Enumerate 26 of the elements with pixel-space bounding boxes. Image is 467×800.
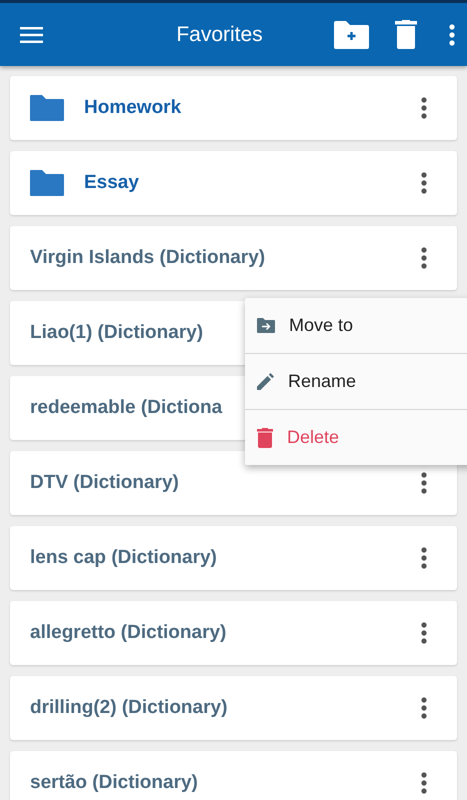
more-icon[interactable] bbox=[421, 772, 427, 794]
favorite-item[interactable]: DTV (Dictionary) bbox=[10, 451, 457, 515]
more-icon[interactable] bbox=[421, 97, 427, 119]
favorite-item[interactable]: Virgin Islands (Dictionary) bbox=[10, 226, 457, 290]
folder-icon bbox=[30, 170, 64, 196]
more-icon[interactable] bbox=[421, 697, 427, 719]
app-title: Favorites bbox=[175, 22, 264, 46]
more-icon[interactable] bbox=[449, 24, 455, 46]
new-folder-icon[interactable] bbox=[334, 20, 369, 48]
folder-item[interactable]: Homework bbox=[10, 76, 457, 140]
menu-icon[interactable] bbox=[20, 26, 43, 42]
more-icon[interactable] bbox=[421, 547, 427, 569]
favorite-item[interactable]: allegretto (Dictionary) bbox=[10, 601, 457, 665]
more-icon[interactable] bbox=[421, 247, 427, 269]
trash-icon bbox=[257, 428, 273, 448]
more-icon[interactable] bbox=[421, 172, 427, 194]
favorite-item[interactable]: drilling(2) (Dictionary) bbox=[10, 676, 457, 740]
trash-icon[interactable] bbox=[395, 20, 417, 49]
move-folder-icon bbox=[257, 318, 275, 333]
favorite-item[interactable]: lens cap (Dictionary) bbox=[10, 526, 457, 590]
more-icon[interactable] bbox=[421, 622, 427, 644]
more-icon[interactable] bbox=[421, 472, 427, 494]
folder-item[interactable]: Essay bbox=[10, 151, 457, 215]
pencil-icon bbox=[257, 373, 274, 390]
folder-icon bbox=[30, 95, 64, 121]
favorite-item[interactable]: sertão (Dictionary) bbox=[10, 751, 457, 800]
